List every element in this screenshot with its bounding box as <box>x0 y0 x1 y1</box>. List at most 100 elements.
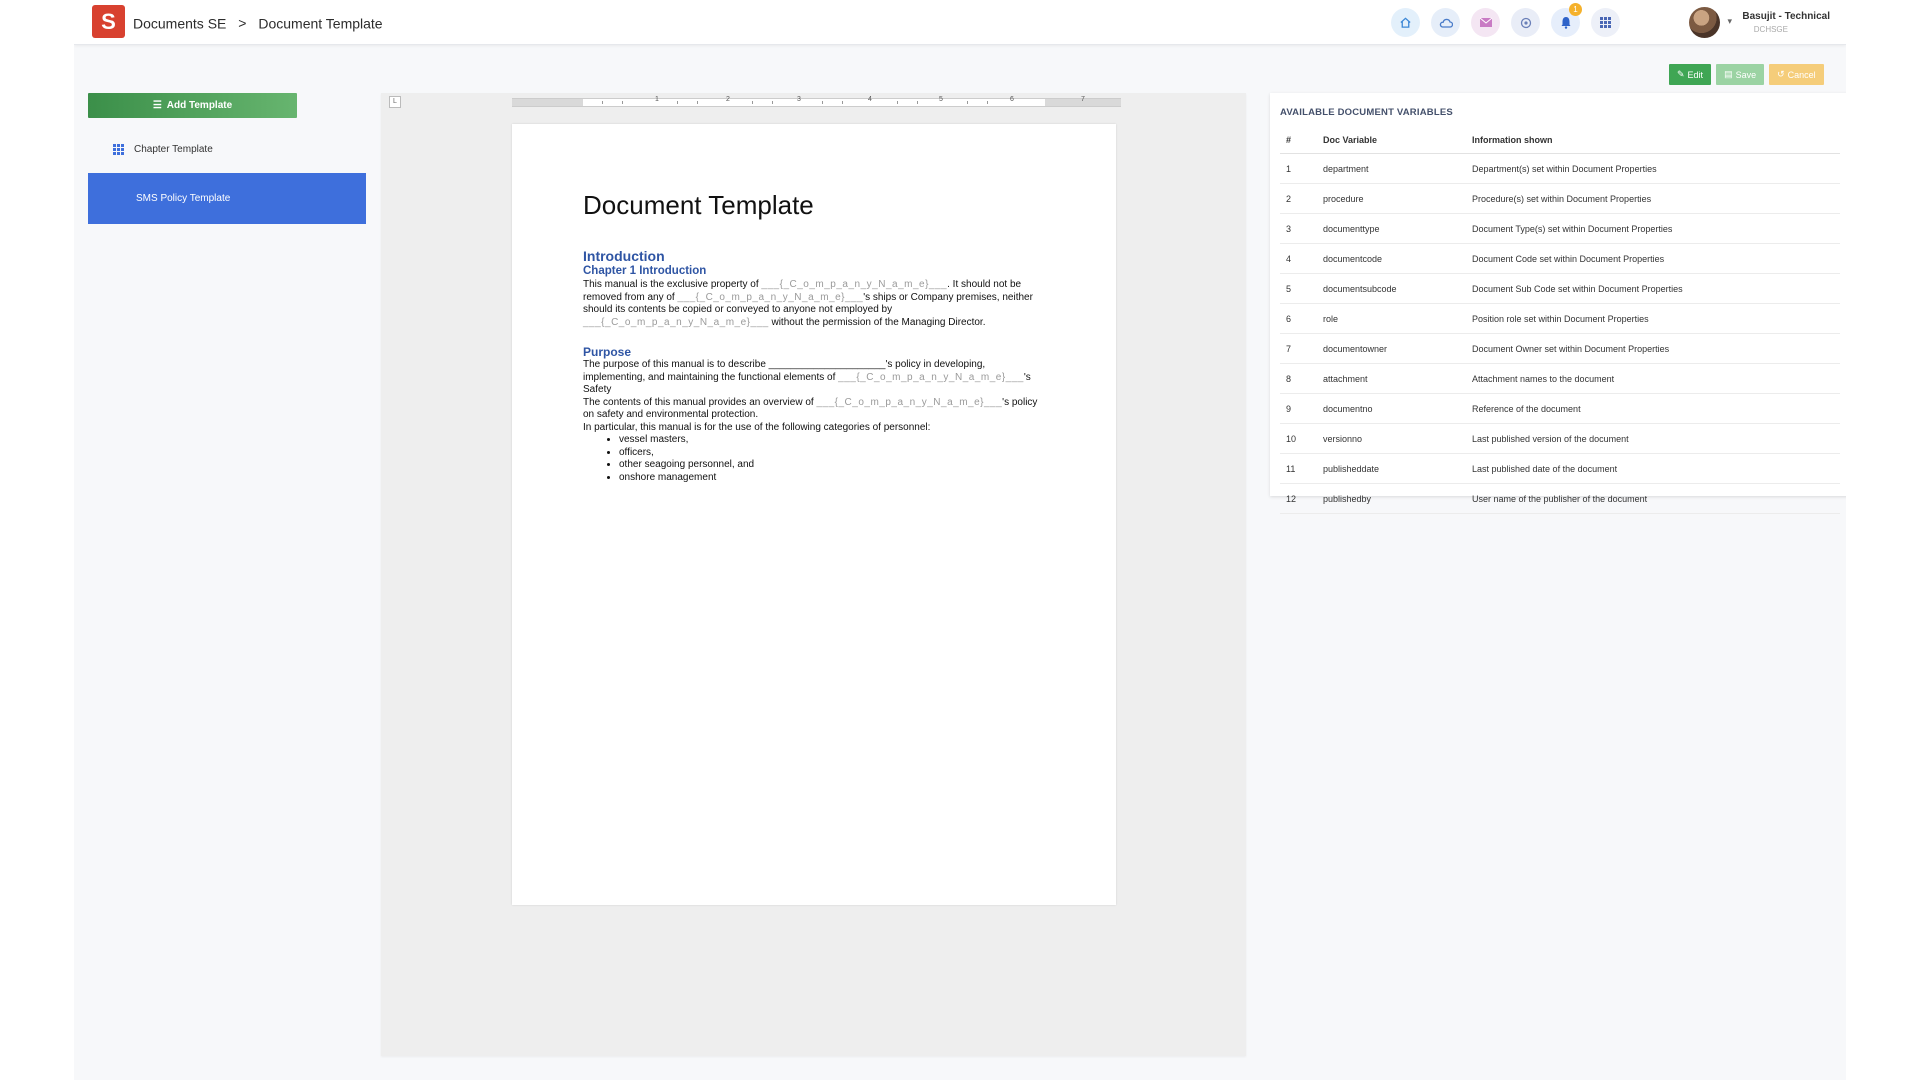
avatar[interactable] <box>1689 7 1720 38</box>
add-template-button[interactable]: ☰ Add Template <box>88 93 297 118</box>
cancel-label: Cancel <box>1787 69 1816 80</box>
ruler-number: 3 <box>797 96 801 103</box>
variable-description: Document Sub Code set within Document Pr… <box>1471 273 1840 304</box>
apps-grid-icon[interactable] <box>1591 8 1620 37</box>
table-row: 1 department Department(s) set within Docu… <box>1280 153 1840 184</box>
template-item-label: SMS Policy Template <box>136 193 231 204</box>
variable-name: documentcode <box>1322 243 1471 274</box>
variable-name: department <box>1322 153 1471 184</box>
top-header: S Documents SE > Document Template 1 ▾ B… <box>74 0 1846 45</box>
variable-description: Document Type(s) set within Document Pro… <box>1471 213 1840 244</box>
variable-name: publishedby <box>1322 483 1471 514</box>
template-item-chapter[interactable]: Chapter Template <box>88 138 366 160</box>
row-number: 7 <box>1280 333 1322 364</box>
variables-table: # Doc Variable Information shown 1 depart… <box>1280 126 1840 514</box>
column-header: Doc Variable <box>1322 126 1471 154</box>
cancel-button[interactable]: ↺ Cancel <box>1769 64 1824 85</box>
company-name-placeholder: ___{_C_o_m_p_a_n_y_N_a_m_e}___ <box>816 396 1003 408</box>
ruler-tick <box>602 101 603 104</box>
column-header: # <box>1280 126 1322 154</box>
table-row: 6 role Position role set within Document P… <box>1280 303 1840 334</box>
template-item-sms-policy[interactable]: SMS Policy Template <box>88 173 366 224</box>
company-name-placeholder: ___{_C_o_m_p_a_n_y_N_a_m_e}___ <box>583 316 769 328</box>
heading-introduction: Introduction <box>583 248 665 264</box>
company-name-placeholder: ___{_C_o_m_p_a_n_y_N_a_m_e}___ <box>677 291 864 303</box>
breadcrumb-separator: > <box>238 15 247 32</box>
row-number: 8 <box>1280 363 1322 394</box>
paragraph-ownership: This manual is the exclusive property of… <box>583 279 1038 329</box>
document-variables-panel: AVAILABLE DOCUMENT VARIABLES # Doc Varia… <box>1270 93 1846 514</box>
paragraph-personnel: In particular, this manual is for the us… <box>583 421 931 433</box>
table-header-row: # Doc Variable Information shown <box>1280 126 1840 154</box>
horizontal-ruler[interactable]: 1 2 3 4 5 6 7 <box>512 96 1121 107</box>
ruler-tick <box>822 101 823 104</box>
row-number: 9 <box>1280 393 1322 424</box>
variable-name: documenttype <box>1322 213 1471 244</box>
document-title: Document Template <box>583 190 814 220</box>
variable-description: Last published version of the document <box>1471 423 1840 454</box>
paragraph-purpose: The purpose of this manual is to describ… <box>583 359 1038 397</box>
document-editor[interactable]: L 1 2 3 4 5 6 7 Document Template Introd… <box>381 93 1246 1056</box>
variable-description: Last published date of the document <box>1471 453 1840 484</box>
app-logo[interactable]: S <box>92 5 125 38</box>
action-buttons: ✎ Edit ▤ Save ↺ Cancel <box>1669 64 1824 85</box>
personnel-list: vessel masters, officers, other seagoing… <box>583 434 1038 484</box>
row-number: 6 <box>1280 303 1322 334</box>
variable-description: Document Owner set within Document Prope… <box>1471 333 1840 364</box>
edit-icon: ✎ <box>1677 69 1685 79</box>
variable-name: documentno <box>1322 393 1471 424</box>
document-page[interactable]: Document Template Introduction Chapter 1… <box>512 124 1116 905</box>
paragraph-contents: The contents of this manual provides an … <box>583 397 1038 422</box>
bell-icon[interactable]: 1 <box>1551 3 1582 37</box>
variable-description: Position role set within Document Proper… <box>1471 303 1840 334</box>
user-name[interactable]: Basujit - Technical <box>1742 11 1830 22</box>
ruler-tick <box>697 101 698 104</box>
notification-badge: 1 <box>1569 3 1582 16</box>
add-template-label: Add Template <box>166 100 233 111</box>
home-icon[interactable] <box>1391 8 1420 37</box>
chevron-down-icon[interactable]: ▾ <box>1727 16 1732 27</box>
table-row: 2 procedure Procedure(s) set within Docume… <box>1280 183 1840 214</box>
table-row: 10 versionno Last published version of the… <box>1280 423 1840 454</box>
list-icon: ☰ <box>152 100 162 111</box>
ruler-tick <box>677 101 678 104</box>
variable-description: Procedure(s) set within Document Propert… <box>1471 183 1840 214</box>
ruler-number: 4 <box>868 96 872 103</box>
table-row: 9 documentno Reference of the document <box>1280 393 1840 424</box>
panel-title: AVAILABLE DOCUMENT VARIABLES <box>1280 107 1453 118</box>
ruler-tick <box>842 101 843 104</box>
tab-stop-selector[interactable]: L <box>389 96 401 108</box>
table-row: 11 publisheddate Last published date of th… <box>1280 453 1840 484</box>
mail-icon[interactable] <box>1471 8 1500 37</box>
edit-button[interactable]: ✎ Edit <box>1669 64 1712 85</box>
cloud-icon[interactable] <box>1431 8 1460 37</box>
heading-purpose: Purpose <box>583 345 632 359</box>
list-item: officers, <box>619 447 1038 460</box>
company-name-placeholder: ___{_C_o_m_p_a_n_y_N_a_m_e}___ <box>838 371 1024 383</box>
save-label: Save <box>1735 69 1757 80</box>
document-body[interactable]: Document Template Introduction Chapter 1… <box>583 190 1038 484</box>
template-item-label: Chapter Template <box>134 143 213 155</box>
row-number: 5 <box>1280 273 1322 304</box>
save-button[interactable]: ▤ Save <box>1716 64 1765 85</box>
variable-description: User name of the publisher of the docume… <box>1471 483 1840 514</box>
table-row: 5 documentsubcode Document Sub Code set wi… <box>1280 273 1840 304</box>
company-name-placeholder: ___{_C_o_m_p_a_n_y_N_a_m_e}___ <box>761 279 948 290</box>
settings-icon[interactable] <box>1511 8 1540 37</box>
row-number: 11 <box>1280 453 1322 484</box>
ruler-tick <box>967 101 968 104</box>
text-run: This manual is the exclusive property of <box>583 279 762 290</box>
row-number: 1 <box>1280 153 1322 184</box>
breadcrumb-documents[interactable]: Documents SE <box>133 15 226 31</box>
ruler-left-margin <box>512 99 583 106</box>
variable-name: role <box>1322 303 1471 334</box>
text-run: The contents of this manual provides an … <box>583 396 817 408</box>
row-number: 2 <box>1280 183 1322 214</box>
variable-name: documentsubcode <box>1322 273 1471 304</box>
row-number: 4 <box>1280 243 1322 274</box>
variable-name: publisheddate <box>1322 453 1471 484</box>
list-item: onshore management <box>619 472 1038 485</box>
ruler-tick <box>622 101 623 104</box>
save-icon: ▤ <box>1724 69 1733 79</box>
variable-name: documentowner <box>1322 333 1471 364</box>
